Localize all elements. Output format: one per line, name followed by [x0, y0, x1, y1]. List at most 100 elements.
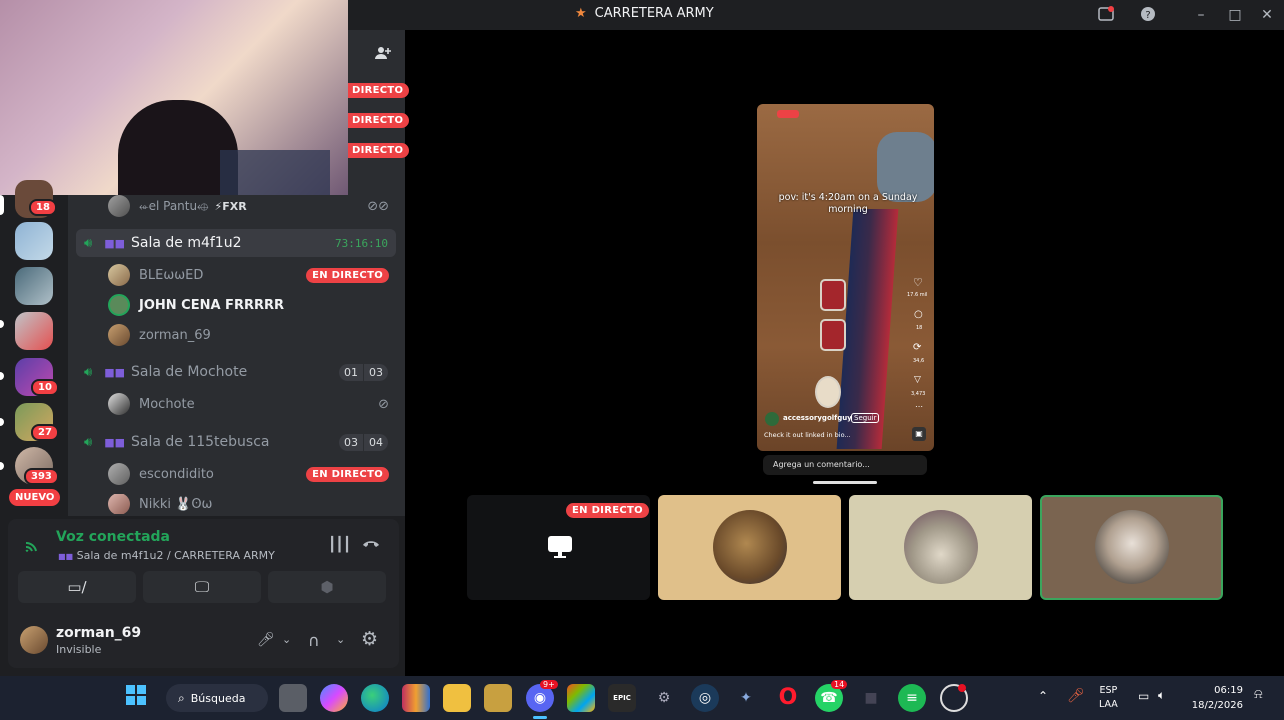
avatar: [108, 324, 130, 346]
steam-icon[interactable]: ◎: [691, 684, 719, 712]
server-icon[interactable]: [15, 222, 53, 260]
language-indicator[interactable]: ESP LAA: [1099, 684, 1118, 712]
account-avatar[interactable]: [765, 412, 779, 426]
participant-tile[interactable]: [849, 495, 1032, 600]
live-badge: EN DIRECTO: [566, 503, 649, 518]
activities-button[interactable]: ⬢: [268, 571, 386, 603]
repost-count: 34,6: [913, 358, 925, 364]
users-icon: ■■: [104, 365, 125, 379]
camera-preview[interactable]: [0, 0, 348, 195]
chevron-down-icon[interactable]: ⌄: [336, 633, 345, 646]
app-icon[interactable]: ✦: [732, 684, 760, 712]
more-icon[interactable]: ⋯: [915, 402, 923, 411]
epic-games-icon[interactable]: EPIC: [608, 684, 636, 712]
noise-suppression-icon[interactable]: ┃┃┃: [328, 537, 351, 553]
video-description: Check it out linked in bio...: [764, 431, 851, 439]
like-count: 17.6 mil: [907, 292, 928, 298]
winrar-icon[interactable]: [402, 684, 430, 712]
live-badge: EN DIRECTO: [306, 466, 389, 482]
video-caption: pov: it's 4:20am on a Sunday morning: [778, 192, 918, 215]
muted-icon: ⊘⊘: [367, 198, 389, 214]
follow-button[interactable]: Seguir: [851, 413, 880, 423]
participant-tile[interactable]: EN DIRECTO: [467, 495, 650, 600]
voice-member[interactable]: Mochote ⊘: [108, 393, 393, 415]
share-icon[interactable]: ▽: [914, 375, 921, 385]
video-top-badge: [777, 110, 799, 118]
spotify-icon[interactable]: ≡: [898, 684, 926, 712]
chevron-down-icon[interactable]: ⌄: [282, 633, 291, 646]
add-member-icon[interactable]: [374, 44, 392, 66]
microphone-icon[interactable]: 🎤︎: [257, 632, 275, 648]
headphones-icon[interactable]: ∩: [308, 631, 320, 650]
server-badge: 27: [31, 424, 59, 441]
voice-status[interactable]: Voz conectada: [56, 529, 170, 545]
help-icon[interactable]: ?: [1139, 6, 1157, 24]
share-count: 3,473: [911, 391, 926, 397]
opera-icon[interactable]: O: [774, 684, 802, 712]
server-icon[interactable]: [15, 312, 53, 350]
voice-member[interactable]: JOHN CENA FRRRRR: [108, 294, 393, 316]
task-view-icon[interactable]: [279, 684, 307, 712]
maximize-icon[interactable]: □: [1226, 6, 1244, 24]
comment-input[interactable]: Agrega un comentario...: [763, 455, 927, 475]
user-count: 03 04: [339, 433, 388, 451]
clock[interactable]: 06:19 18/2/2026: [1187, 683, 1243, 713]
discord-window: ★ CARRETERA ARMY ? – □ ✕ DIRECTO DIRECTO…: [0, 0, 1284, 676]
folder-icon[interactable]: [443, 684, 471, 712]
app-icon[interactable]: ■: [857, 684, 885, 712]
stream-video[interactable]: pov: it's 4:20am on a Sunday morning ♡ 1…: [757, 104, 934, 451]
avatar[interactable]: [20, 626, 48, 654]
game-icon[interactable]: [484, 684, 512, 712]
store-icon[interactable]: [567, 684, 595, 712]
voice-member[interactable]: Nikki 🐰ʘω: [108, 494, 393, 514]
home-indicator: [813, 481, 877, 484]
chevron-up-icon[interactable]: ⌃: [1038, 689, 1048, 703]
stream-badge: DIRECTO: [346, 138, 410, 158]
gear-icon[interactable]: ⚙: [361, 628, 378, 650]
comment-icon[interactable]: ○: [914, 309, 923, 320]
participant-tile[interactable]: [1040, 495, 1223, 600]
search-box[interactable]: ⌕ Búsqueda: [166, 684, 268, 712]
voice-channel[interactable]: 🔊︎ ■■ Sala de Mochote 01 03: [76, 358, 396, 386]
disconnect-icon[interactable]: [362, 535, 380, 554]
participant-avatar: [713, 510, 787, 584]
voice-member[interactable]: BLEωωED EN DIRECTO: [108, 264, 393, 286]
repost-icon[interactable]: ⟳: [913, 342, 921, 353]
voice-location[interactable]: ■■ Sala de m4f1u2 / CARRETERA ARMY: [58, 549, 275, 562]
voice-member[interactable]: escondidito EN DIRECTO: [108, 463, 393, 485]
inbox-icon[interactable]: [1097, 6, 1115, 24]
voice-panel: Voz conectada ■■ Sala de m4f1u2 / CARRET…: [8, 519, 399, 668]
selected-pill: [0, 195, 4, 215]
account-name[interactable]: accessorygolfguy: [783, 414, 852, 422]
camera-switch-icon[interactable]: ▣: [912, 427, 926, 441]
notification-icon[interactable]: ⍾: [1254, 687, 1263, 702]
network-icon[interactable]: ▭: [1138, 689, 1149, 703]
volume-icon[interactable]: 🔈︎: [1158, 688, 1165, 703]
screen-share-button[interactable]: 🖵︎: [143, 571, 261, 603]
flame-icon: ★: [575, 6, 587, 21]
users-icon: ■■: [104, 236, 125, 250]
microphone-icon[interactable]: 🎤︎: [1067, 688, 1085, 704]
edge-icon[interactable]: [361, 684, 389, 712]
video-jar: [815, 376, 841, 408]
camera-off-button[interactable]: ▭∕: [18, 571, 136, 603]
voice-member[interactable]: zorman_69: [108, 324, 393, 346]
avatar: [108, 195, 130, 217]
minimize-icon[interactable]: –: [1192, 6, 1210, 24]
windows-start-icon[interactable]: [122, 684, 150, 712]
server-icon[interactable]: [15, 267, 53, 305]
voice-channel[interactable]: 🔊︎ ■■ Sala de 115tebusca 03 04: [76, 428, 396, 456]
user-status: Invisible: [56, 643, 102, 656]
settings-icon[interactable]: ⚙: [650, 684, 678, 712]
stream-badge: DIRECTO: [346, 108, 410, 128]
close-icon[interactable]: ✕: [1258, 6, 1276, 24]
screen-share-icon: [547, 535, 573, 563]
voice-channel[interactable]: 🔊︎ ■■ Sala de m4f1u2 73:16:10: [76, 229, 396, 257]
screen-share-icon: 🖵︎: [194, 578, 210, 596]
voice-member[interactable]: ⬰el Pantu⬲ ⚡FXR ⊘⊘: [108, 195, 393, 217]
copilot-icon[interactable]: [320, 684, 348, 712]
new-badge[interactable]: NUEVO: [9, 489, 61, 506]
activities-icon: ⬢: [320, 578, 334, 596]
heart-icon[interactable]: ♡: [913, 276, 923, 289]
participant-tile[interactable]: [658, 495, 841, 600]
